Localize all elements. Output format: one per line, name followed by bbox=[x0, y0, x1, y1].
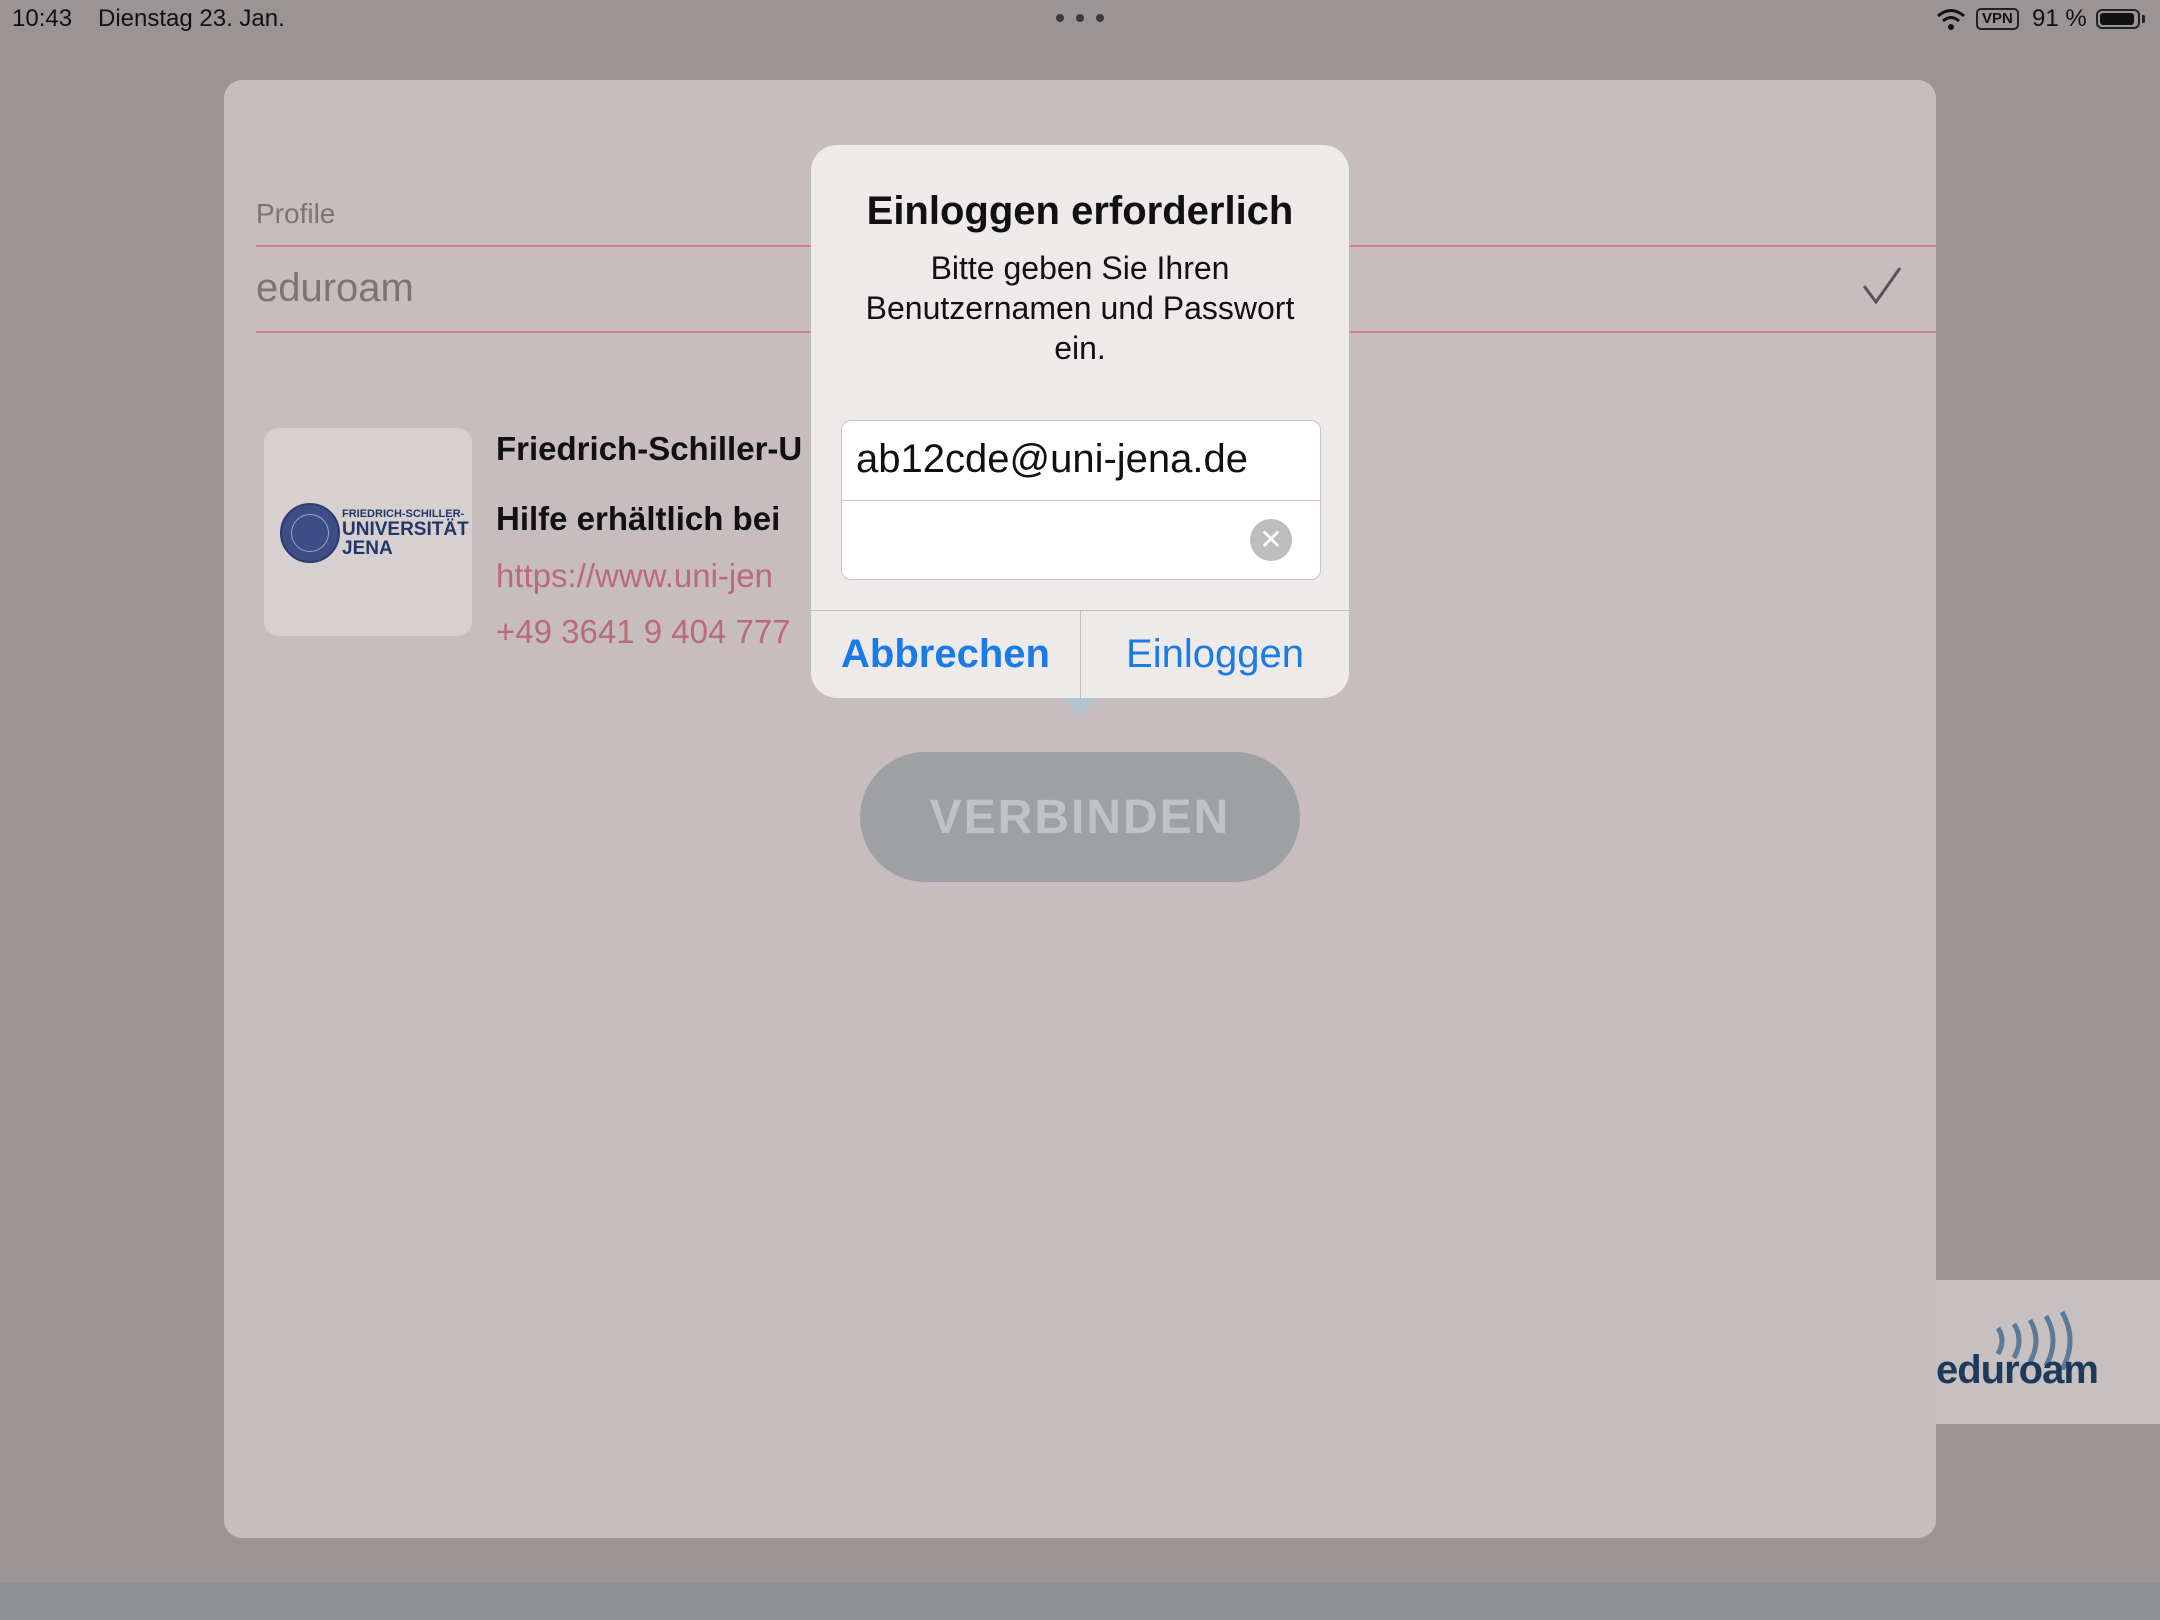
credentials-fields: ab12cde@uni-jena.de ✕ bbox=[841, 420, 1321, 580]
cancel-button[interactable]: Abbrechen bbox=[811, 610, 1080, 698]
battery-percent: 91 % bbox=[2032, 5, 2087, 32]
institution-name: Friedrich-Schiller-U bbox=[496, 430, 803, 467]
eduroam-logo-text: eduroam bbox=[1936, 1348, 2099, 1392]
profile-label: Profile bbox=[256, 198, 336, 229]
alert-message: Bitte geben Sie Ihren Benutzernamen und … bbox=[865, 250, 1295, 366]
battery-icon bbox=[2096, 9, 2140, 29]
bottom-band bbox=[0, 1583, 2160, 1620]
vpn-badge: VPN bbox=[1976, 8, 2019, 30]
login-button[interactable]: Einloggen bbox=[1081, 610, 1349, 698]
checkmark-icon bbox=[1862, 267, 1902, 305]
wifi-icon bbox=[1937, 9, 1965, 30]
help-url-link[interactable]: https://www.uni-jen bbox=[496, 557, 773, 595]
login-alert: Einloggen erforderlich Bitte geben Sie I… bbox=[811, 145, 1349, 698]
university-seal-icon bbox=[280, 503, 340, 563]
password-field[interactable] bbox=[842, 501, 1320, 579]
status-bar: 10:43 Dienstag 23. Jan. VPN 91 % bbox=[0, 0, 2160, 40]
popover-arrow bbox=[1061, 698, 1097, 718]
institution-logo: FRIEDRICH-SCHILLER- UNIVERSITÄT JENA bbox=[264, 428, 472, 636]
help-phone-link[interactable]: +49 3641 9 404 777 bbox=[496, 613, 791, 651]
connect-button[interactable]: VERBINDEN bbox=[860, 752, 1300, 882]
clear-field-icon[interactable]: ✕ bbox=[1250, 519, 1292, 561]
status-date: Dienstag 23. Jan. bbox=[98, 5, 285, 32]
multitasking-dots-icon[interactable] bbox=[1056, 14, 1104, 22]
battery-nub bbox=[2142, 15, 2145, 23]
username-field[interactable]: ab12cde@uni-jena.de bbox=[856, 431, 1296, 487]
status-time: 10:43 bbox=[12, 5, 73, 32]
help-title: Hilfe erhältlich bei bbox=[496, 500, 781, 537]
logo-text: FRIEDRICH-SCHILLER- UNIVERSITÄT JENA bbox=[342, 508, 469, 559]
eduroam-logo: eduroam bbox=[1936, 1280, 2160, 1424]
alert-title: Einloggen erforderlich bbox=[866, 189, 1294, 233]
profile-value[interactable]: eduroam bbox=[256, 266, 414, 311]
